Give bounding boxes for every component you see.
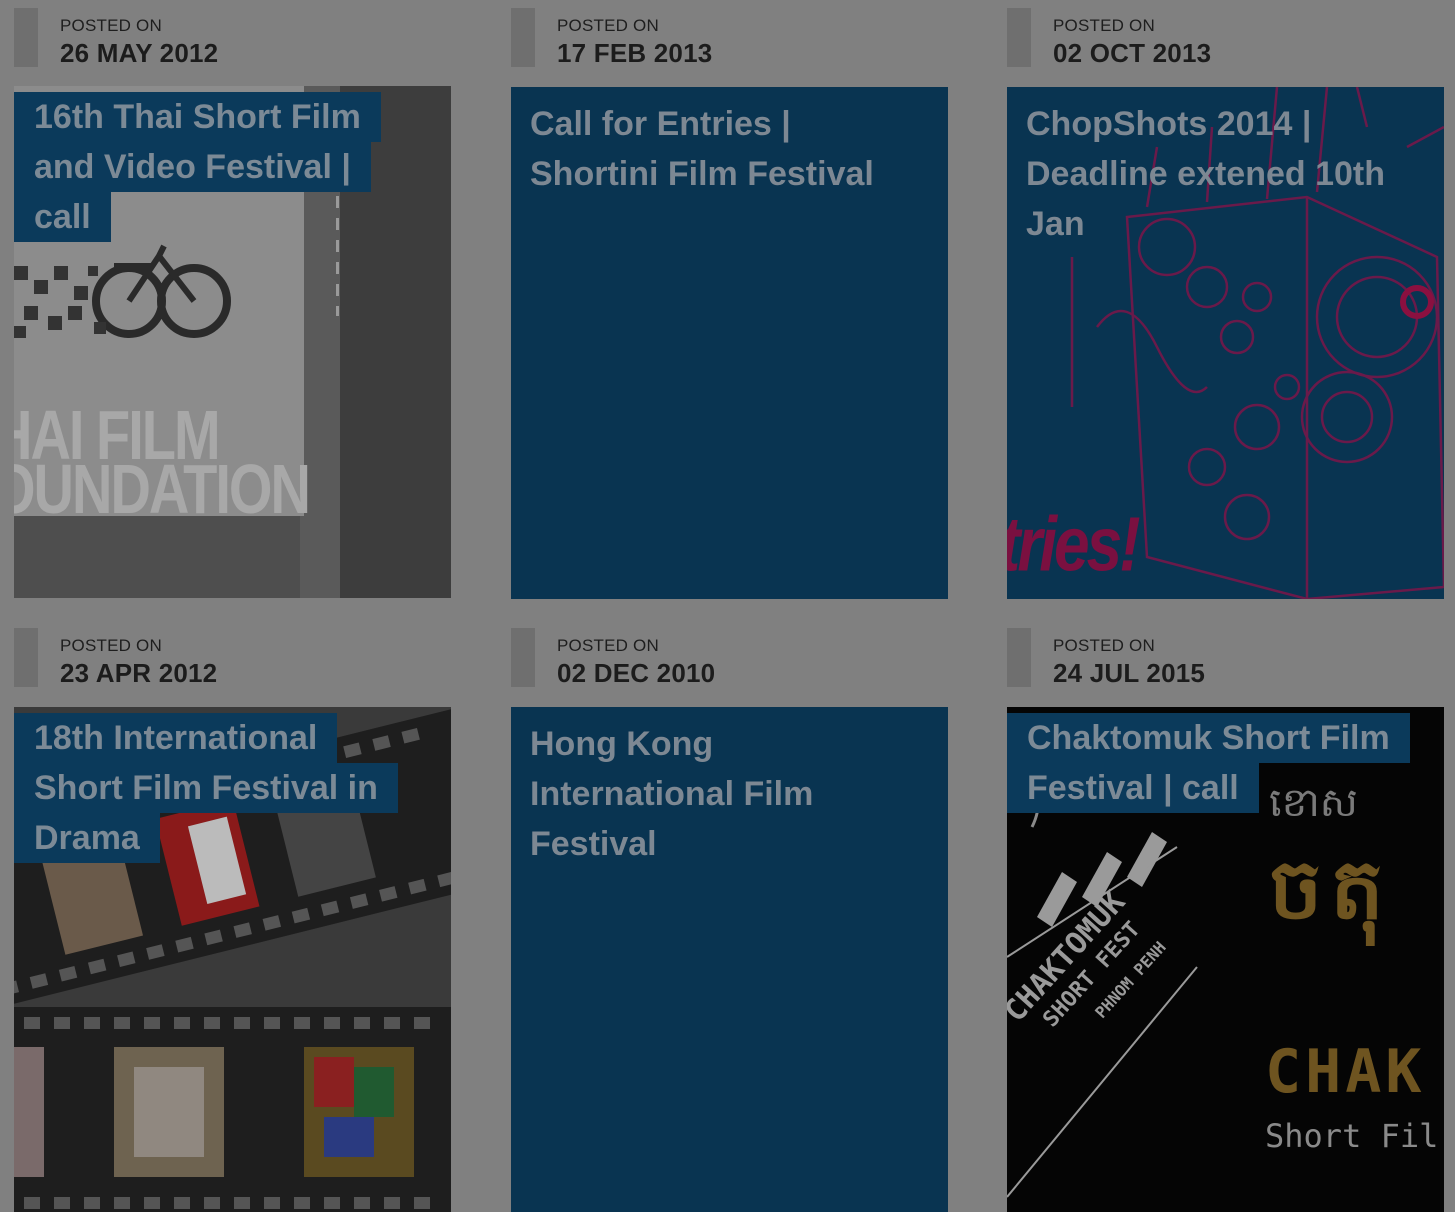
post-thumbnail-link[interactable]: HAI FILM OUNDATION 16th Thai Short Film … [14,86,451,598]
post-thumbnail-link[interactable]: ខេា​ស ចតុ CHAK Short Fil CHAKTOMUK SHORT… [1007,707,1444,1212]
post-title-line: Short Film Festival in [14,763,398,813]
posted-on-label: POSTED ON [60,636,162,655]
post-meta: POSTED ON 02 OCT 2013 [1007,0,1444,68]
post-title-line: and Video Festival | [14,142,371,192]
post-title-line: 18th International [14,713,338,763]
post-card: POSTED ON 26 MAY 2012 HAI FILM OUNDATION… [14,0,451,598]
date-accent-bar [1007,628,1031,687]
post-date: 02 DEC 2010 [557,658,716,688]
date-accent-bar [1007,8,1031,67]
post-title-line: Jan [1026,205,1085,243]
bicycle-icon [14,236,234,346]
posted-on-label: POSTED ON [1053,16,1155,35]
post-meta: POSTED ON 17 FEB 2013 [511,0,948,68]
post-title-line: Chaktomuk Short Film [1007,713,1410,763]
post-thumbnail-link[interactable]: Hong Kong International Film Festival [511,707,948,1212]
date-accent-bar [511,628,535,687]
date-accent-bar [14,628,38,687]
posted-on-label: POSTED ON [557,636,659,655]
post-title-line: Drama [14,813,160,863]
posted-on-label: POSTED ON [557,16,659,35]
post-date: 23 APR 2012 [60,658,218,688]
post-card: POSTED ON 02 OCT 2013 tries! ChopShots 2… [1007,0,1444,599]
poster-text: tries! [1007,500,1140,588]
post-title[interactable]: Hong Kong International Film Festival [530,719,828,869]
post-title-line: Deadline extened 10th [1026,155,1386,193]
date-accent-bar [14,8,38,67]
post-thumbnail-link[interactable]: 18th International Short Film Festival i… [14,707,451,1212]
post-thumbnail-link[interactable]: tries! ChopShots 2014 | Deadline extened… [1007,87,1444,599]
post-title[interactable]: Chaktomuk Short Film Festival | call [1007,713,1410,813]
post-card: POSTED ON 24 JUL 2015 ខេា​ស ចតុ CHAK Sho… [1007,620,1444,1212]
post-card: POSTED ON 02 DEC 2010 Hong Kong Internat… [511,620,948,1212]
post-meta: POSTED ON 26 MAY 2012 [14,0,451,68]
post-grid: POSTED ON 26 MAY 2012 HAI FILM OUNDATION… [0,0,1455,1212]
khmer-script-large: ចតុ [1269,842,1392,936]
post-meta: POSTED ON 02 DEC 2010 [511,620,948,688]
post-meta: POSTED ON 23 APR 2012 [14,620,451,688]
post-date: 02 OCT 2013 [1053,38,1212,68]
post-title-line: ChopShots 2014 | [1026,105,1312,143]
post-thumbnail-link[interactable]: Call for Entries | Shortini Film Festiva… [511,87,948,599]
date-accent-bar [511,8,535,67]
post-title-line: call [14,192,111,242]
post-date: 26 MAY 2012 [60,38,219,68]
post-date: 24 JUL 2015 [1053,658,1206,688]
post-meta: POSTED ON 24 JUL 2015 [1007,620,1444,688]
post-title[interactable]: Call for Entries | Shortini Film Festiva… [530,99,908,199]
post-card: POSTED ON 17 FEB 2013 Call for Entries |… [511,0,948,599]
post-title-line: Festival | call [1007,763,1259,813]
post-title[interactable]: 16th Thai Short Film and Video Festival … [14,92,381,242]
posted-on-label: POSTED ON [60,16,162,35]
post-title-line: 16th Thai Short Film [14,92,381,142]
poster-subtext: Short Fil [1265,1117,1439,1155]
posted-on-label: POSTED ON [1053,636,1155,655]
poster-text-line-2: OUNDATION [14,449,311,528]
post-title[interactable]: 18th International Short Film Festival i… [14,713,398,863]
post-card: POSTED ON 23 APR 2012 18th International… [14,620,451,1212]
poster-text: CHAK [1265,1037,1426,1107]
post-date: 17 FEB 2013 [557,38,713,68]
post-title[interactable]: ChopShots 2014 | Deadline extened 10th J… [1026,99,1404,249]
